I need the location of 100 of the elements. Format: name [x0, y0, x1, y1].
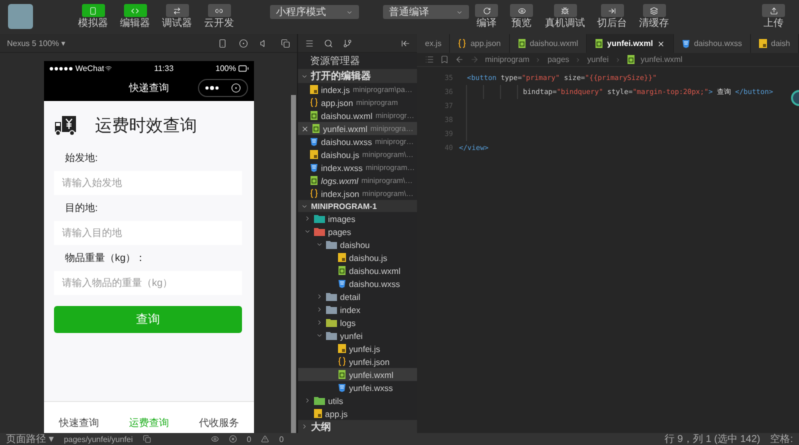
breadcrumb-item[interactable]: pages [547, 55, 570, 64]
input-field[interactable]: 请输入始发地 [54, 171, 242, 195]
css-file-icon [310, 137, 318, 146]
battery-icon [238, 62, 249, 74]
cursor-position: 行 9，列 1 (选中 142) [664, 432, 760, 445]
refresh-icon [482, 6, 490, 14]
field-label: 物品重量（kg）： [64, 252, 147, 266]
tab-bar-item[interactable]: 快速查询 [44, 416, 114, 430]
js-file-icon [759, 39, 767, 48]
js-file-icon [338, 344, 346, 353]
capsule-button[interactable] [198, 79, 248, 97]
file-item[interactable]: yunfei.js [298, 342, 417, 355]
file-item[interactable]: yunfei.wxss [298, 381, 417, 394]
code-icon [131, 6, 139, 14]
braces-icon [458, 39, 466, 48]
record-icon [239, 38, 248, 48]
eye-icon [518, 6, 526, 14]
braces-icon [310, 98, 318, 107]
breadcrumb-item[interactable]: yunfei [587, 55, 609, 64]
target-icon [231, 83, 241, 93]
chevron-down-icon [301, 202, 308, 210]
path-label[interactable]: 页面路径 ▾ [6, 432, 54, 445]
collapse-icon [401, 38, 410, 48]
document-icon [338, 370, 346, 379]
toolbar-button[interactable]: 清缓存 [639, 4, 669, 29]
caret-icon [456, 8, 463, 16]
file-item[interactable]: yunfei.json [298, 355, 417, 368]
clock: 11:33 [154, 64, 174, 72]
editor-button[interactable]: 编辑器 [120, 4, 150, 29]
upload-icon [770, 6, 778, 14]
close-icon [301, 124, 309, 132]
scrollbar[interactable] [291, 95, 296, 433]
breadcrumb-item[interactable]: miniprogram [485, 55, 530, 64]
layers-icon [650, 6, 658, 14]
eye-icon [210, 435, 219, 443]
braces-icon [310, 189, 318, 198]
phone-icon [89, 6, 97, 14]
input-field[interactable]: 请输入物品的重量（kg） [54, 271, 242, 295]
folder-item[interactable]: detail [298, 290, 417, 303]
field-label: 目的地: [64, 202, 99, 216]
truck-icon [54, 113, 78, 137]
css-file-icon [310, 163, 318, 172]
folder-item[interactable]: yunfei [298, 329, 417, 342]
toolbar-button[interactable]: 切后台 [597, 4, 627, 29]
chevron-right-icon [304, 397, 311, 404]
document-icon [338, 266, 346, 275]
list-icon [425, 55, 434, 64]
debugger-button[interactable]: 调试器 [162, 4, 192, 29]
folder-item[interactable]: utils [298, 394, 417, 407]
more-icon [205, 86, 219, 90]
css-file-icon [338, 279, 346, 288]
carrier-label: ●●●●● WeChat [49, 64, 104, 72]
chevron-right-icon [614, 56, 621, 62]
search-icon [324, 38, 333, 48]
cloud-button[interactable]: 云开发 [204, 4, 234, 29]
bug-icon [561, 6, 569, 14]
windows-icon [281, 38, 290, 48]
js-file-icon [310, 150, 318, 159]
chevron-down-icon [316, 332, 323, 339]
indent-setting[interactable]: 空格: [770, 432, 793, 445]
editor-tab[interactable]: yunfei.wxml [587, 34, 674, 53]
device-selector[interactable]: Nexus 5 100% ▾ [7, 38, 66, 48]
battery-level: 100% [216, 64, 236, 72]
js-file-icon [310, 85, 318, 94]
branch-icon [343, 38, 352, 48]
file-item[interactable]: app.js [298, 407, 417, 420]
file-item[interactable]: daishou.wxss [298, 277, 417, 290]
folder-item[interactable]: images [298, 212, 417, 225]
link-icon [215, 6, 223, 14]
page-path: pages/yunfei/yunfei [64, 434, 133, 444]
file-item[interactable]: yunfei.wxml [298, 368, 417, 381]
folder-item[interactable]: index [298, 303, 417, 316]
chevron-right-icon [304, 215, 311, 222]
caret-icon [346, 8, 353, 16]
editor-tab[interactable]: daishou.wxml [510, 34, 588, 53]
folder-item[interactable]: logs [298, 316, 417, 329]
chevron-right-icon [301, 423, 308, 430]
file-item[interactable]: daishou.wxml [298, 264, 417, 277]
folder-item[interactable]: daishou [298, 238, 417, 251]
file-item[interactable]: daishou.js [298, 251, 417, 264]
mode-dropdown[interactable]: 小程序模式 [270, 5, 359, 19]
document-icon [310, 176, 318, 185]
compile-dropdown[interactable]: 普通编译 [383, 5, 469, 19]
toolbar-button[interactable]: 真机调试 [545, 4, 585, 29]
breadcrumb-item[interactable]: yunfei.wxml [640, 55, 682, 64]
simulator-button[interactable]: 模拟器 [78, 4, 108, 29]
css-file-icon [682, 39, 690, 48]
chevron-right-icon [575, 56, 582, 62]
warning-count: 0 [279, 434, 284, 444]
tab-bar-item[interactable]: 代收服务 [184, 416, 254, 430]
bookmark-icon [440, 55, 449, 64]
js-file-icon [338, 253, 346, 262]
section-header[interactable]: MINIPROGRAM-1 [298, 200, 417, 212]
braces-icon [338, 357, 346, 366]
wifi-icon [105, 64, 112, 72]
input-field[interactable]: 请输入目的地 [54, 221, 242, 245]
section-header[interactable]: 打开的编辑器 [298, 69, 417, 83]
css-file-icon [338, 383, 346, 392]
folder-item[interactable]: pages [298, 225, 417, 238]
section-header[interactable]: 大纲 [298, 420, 417, 433]
